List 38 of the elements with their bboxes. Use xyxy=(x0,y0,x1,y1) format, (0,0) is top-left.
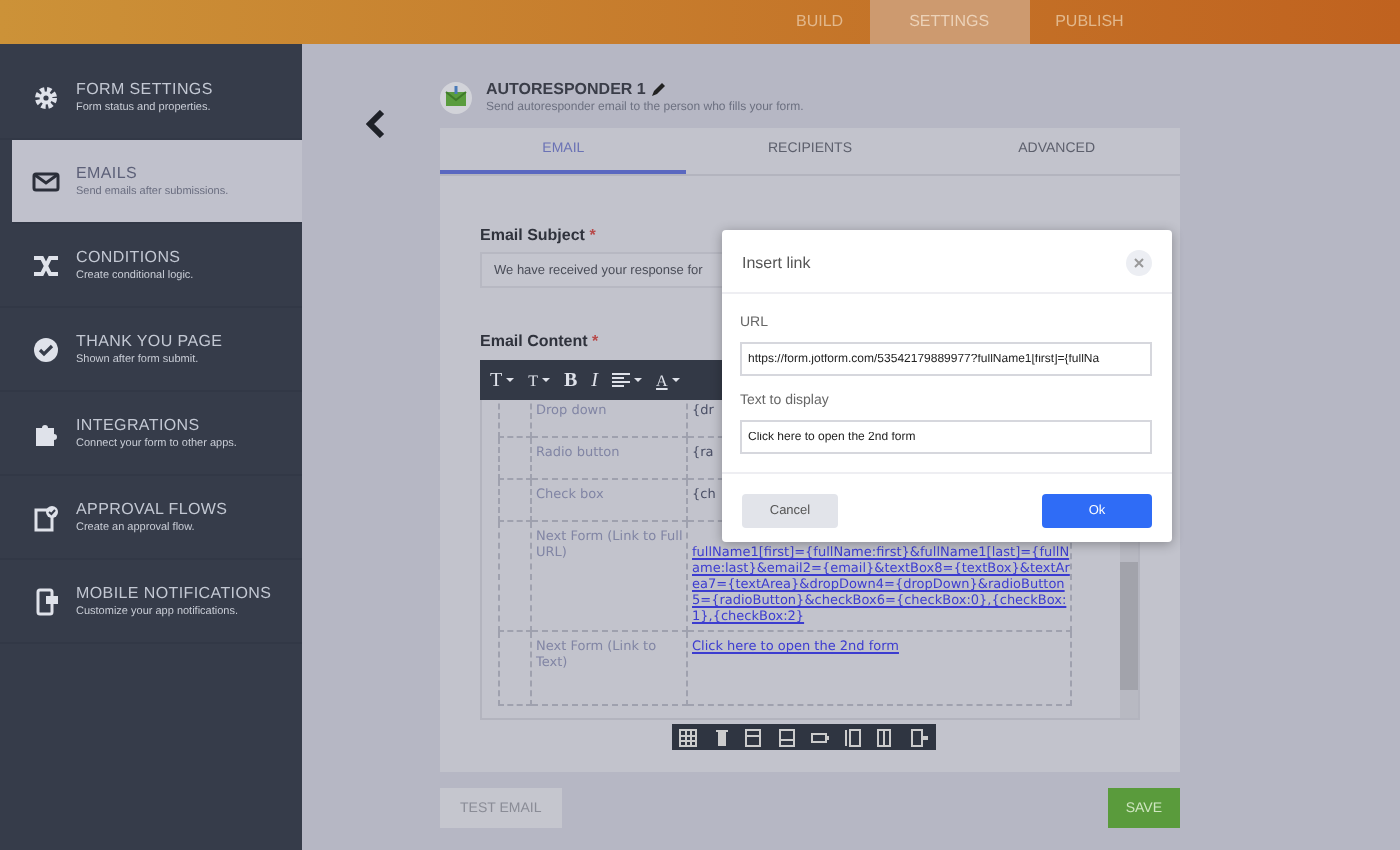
field-label: Email Subject xyxy=(480,226,585,244)
field-label: Email Content xyxy=(480,332,588,350)
sidebar-item-title: CONDITIONS xyxy=(76,248,183,266)
phone-icon xyxy=(32,587,60,615)
settings-icon xyxy=(32,83,60,111)
envelope-icon xyxy=(440,81,472,113)
column-right-icon[interactable] xyxy=(909,727,930,747)
dialog-title: Insert link xyxy=(742,254,811,272)
sidebar-item-title: APPROVAL FLOWS xyxy=(76,500,228,518)
format-button[interactable]: A xyxy=(656,371,680,389)
sidebar-item-title: INTEGRATIONS xyxy=(76,416,202,434)
back-chevron-icon[interactable] xyxy=(366,110,386,138)
row-above-icon[interactable] xyxy=(744,727,765,747)
required-asterisk: * xyxy=(592,332,599,350)
sidebar-item-title: EMAILS xyxy=(76,164,140,182)
format-button[interactable] xyxy=(612,372,643,388)
column-left-icon[interactable] xyxy=(843,727,864,747)
envelope-icon xyxy=(32,167,60,195)
document-check-icon xyxy=(32,503,60,531)
autoresponder-title: AUTORESPONDER 1 xyxy=(486,80,646,98)
row-below-icon[interactable] xyxy=(777,727,798,747)
required-asterisk: * xyxy=(589,226,596,244)
trash-icon[interactable] xyxy=(711,727,732,747)
puzzle-icon xyxy=(32,419,60,447)
column-delete-icon[interactable] xyxy=(810,727,831,747)
close-icon[interactable] xyxy=(1126,250,1152,276)
shuffle-icon xyxy=(32,251,60,279)
table-icon[interactable] xyxy=(678,727,699,747)
column-split-icon[interactable] xyxy=(876,727,897,747)
format-button[interactable]: B xyxy=(564,369,578,391)
sidebar-item-title: THANK YOU PAGE xyxy=(76,332,223,350)
format-button[interactable]: I xyxy=(591,369,599,391)
sidebar-item-title: MOBILE NOTIFICATIONS xyxy=(76,584,272,602)
pencil-icon[interactable] xyxy=(651,82,666,96)
sidebar-item-title: FORM SETTINGS xyxy=(76,80,213,98)
format-button[interactable]: T xyxy=(490,369,515,391)
check-circle-icon xyxy=(32,335,60,363)
format-button[interactable]: T xyxy=(528,371,550,389)
